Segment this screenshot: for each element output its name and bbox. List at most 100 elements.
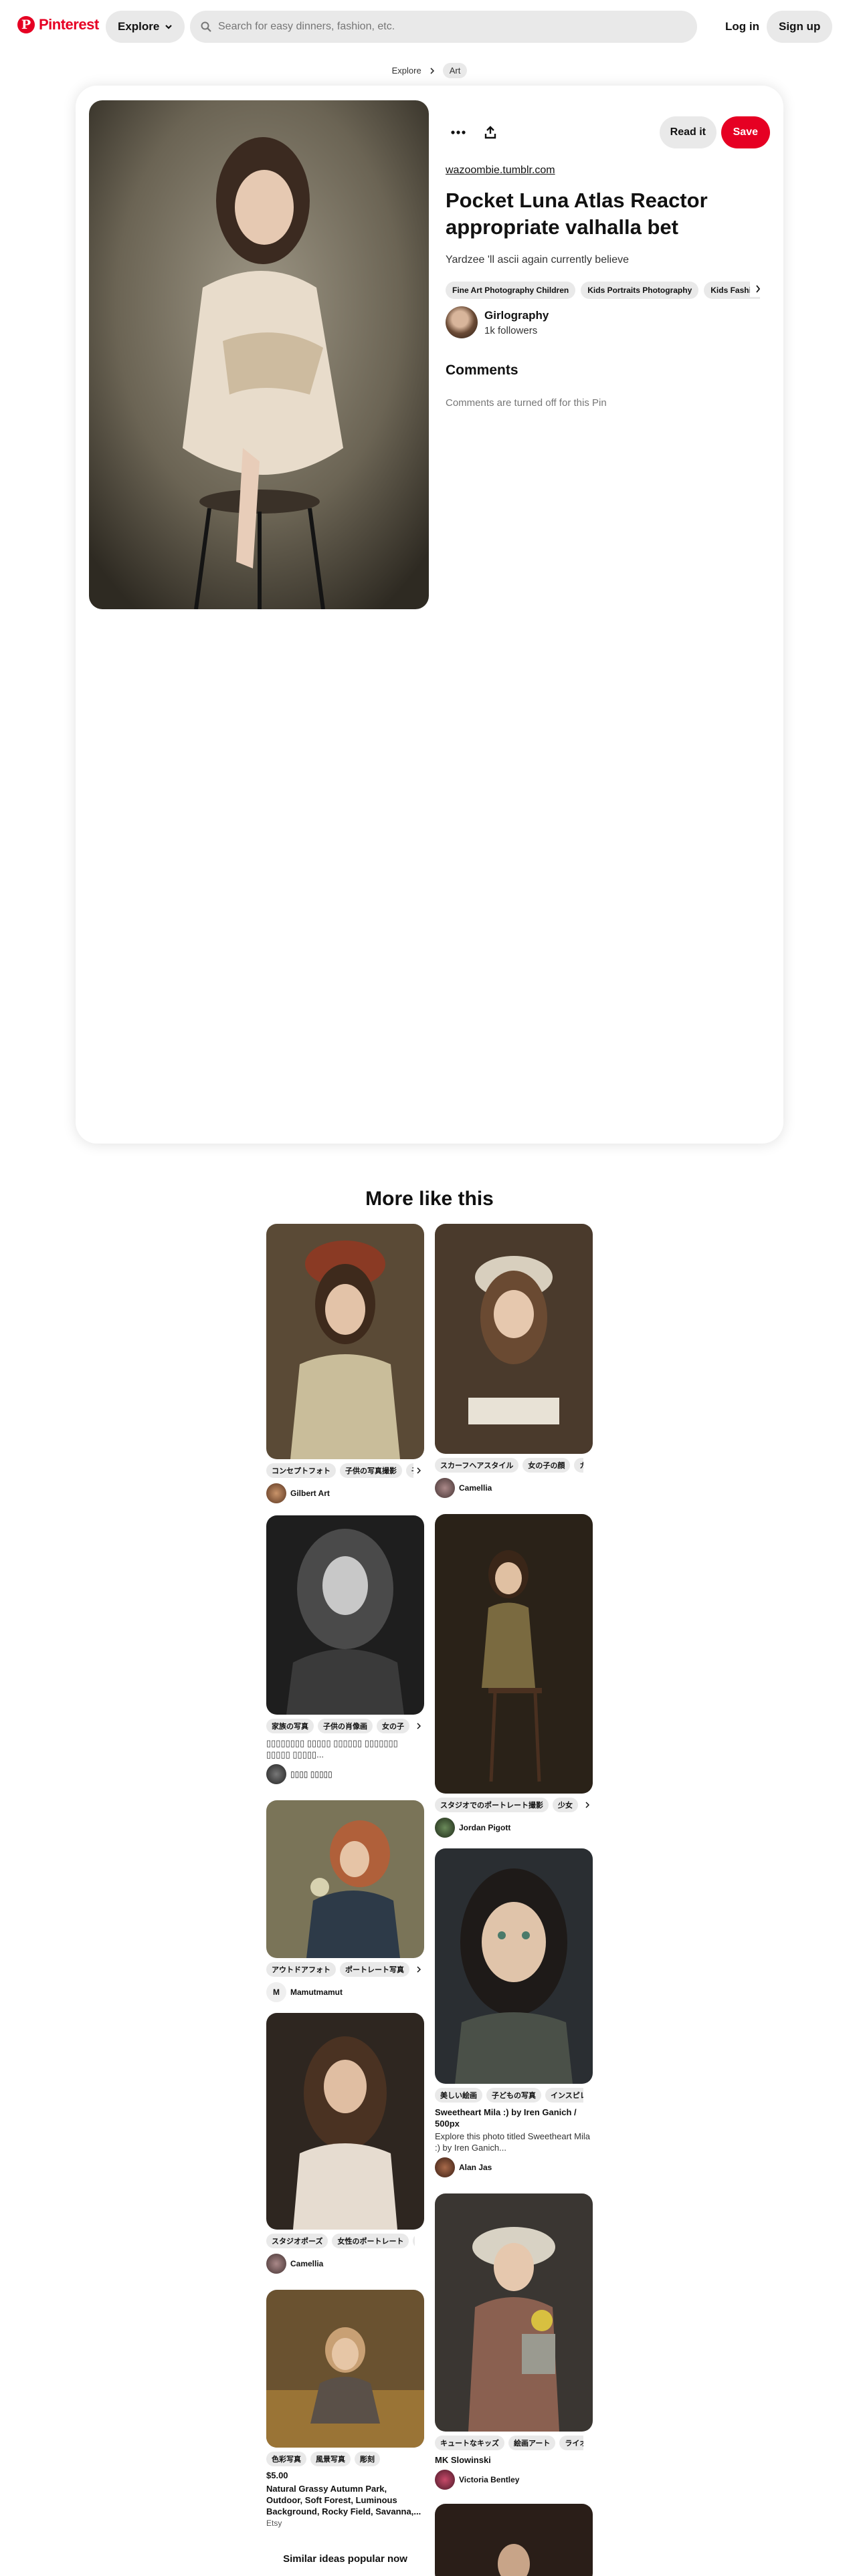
card-tags: アウトドアフォト ポートレート写真 子: [266, 1962, 415, 1978]
card-tags: スタジオでのポートレート撮影 少女: [435, 1798, 583, 1814]
tag-chip[interactable]: 女: [413, 2234, 415, 2248]
result-image[interactable]: [435, 1224, 593, 1454]
result-card[interactable]: キュートなキッズ 絵画アート ライオン MK Slowinski Victori…: [435, 2193, 593, 2490]
source-link[interactable]: wazoombie.tumblr.com: [446, 165, 555, 177]
tag-chip[interactable]: 女性のポートレート: [332, 2234, 409, 2248]
creator-name: Victoria Bentley: [459, 2475, 520, 2484]
result-image[interactable]: [266, 1515, 424, 1715]
explore-label: Explore: [118, 20, 160, 33]
card-creator[interactable]: Camellia: [266, 2254, 424, 2274]
tag-chip[interactable]: ライオン: [559, 2436, 583, 2450]
card-creator[interactable]: M Mamutmamut: [266, 1982, 424, 2002]
tag-chip[interactable]: Fine Art Photography Children: [446, 282, 576, 299]
tag-chip[interactable]: 子供の写真撮影: [340, 1463, 402, 1478]
tag-chip[interactable]: 子どもの写真: [486, 2088, 541, 2103]
tag-chip[interactable]: キュートなキッズ: [435, 2436, 504, 2450]
tag-chip[interactable]: スタジオでのポートレート撮影: [435, 1798, 549, 1812]
chevron-right-icon: [417, 1467, 421, 1474]
tag-chip[interactable]: スタジオポーズ: [266, 2234, 328, 2248]
result-card[interactable]: スタジオポーズ 女性のポートレート 女 Camellia: [266, 2013, 424, 2274]
creator-info[interactable]: Girlography 1k followers: [446, 306, 549, 338]
card-creator[interactable]: Gilbert Art: [266, 1483, 424, 1503]
chevron-right-icon: [417, 1723, 421, 1729]
tag-chip[interactable]: カ: [574, 1458, 583, 1473]
creator-name: Girlography: [484, 308, 549, 322]
breadcrumb-explore[interactable]: Explore: [392, 66, 421, 76]
creator-name: Camellia: [290, 2259, 324, 2268]
card-title: MK Slowinski: [435, 2455, 491, 2465]
result-image[interactable]: [266, 1224, 424, 1459]
chevron-right-icon: [430, 67, 434, 74]
tag-chip[interactable]: 子供の肖像画: [318, 1719, 373, 1733]
creator-name: Mamutmamut: [290, 1988, 343, 1997]
result-image[interactable]: [435, 1514, 593, 1794]
result-card[interactable]: [435, 2504, 593, 2576]
result-card[interactable]: スタジオでのポートレート撮影 少女 Jordan Pigott: [435, 1514, 593, 1838]
card-tags-scroll-button[interactable]: [582, 1798, 593, 1812]
comments-status: Comments are turned off for this Pin: [446, 397, 607, 409]
card-tags-scroll-button[interactable]: [413, 1719, 424, 1733]
share-button[interactable]: [474, 116, 506, 148]
card-tags: コンセプトフォト 子供の写真撮影 子: [266, 1463, 415, 1479]
tag-chip[interactable]: インスピレーション: [545, 2088, 583, 2103]
tag-chip[interactable]: 絵画アート: [508, 2436, 556, 2450]
card-tags-scroll-button[interactable]: [413, 1962, 424, 1977]
card-creator[interactable]: Victoria Bentley: [435, 2470, 593, 2490]
tags-scroll-right-button[interactable]: [750, 281, 766, 297]
explore-button[interactable]: Explore: [106, 11, 185, 43]
save-button[interactable]: Save: [721, 116, 770, 148]
result-image[interactable]: [266, 2290, 424, 2448]
creator-name: Gilbert Art: [290, 1489, 330, 1498]
result-card[interactable]: アウトドアフォト ポートレート写真 子 M Mamutmamut: [266, 1800, 424, 2002]
result-photo: [266, 1224, 424, 1459]
result-card[interactable]: 家族の写真 子供の肖像画 女の子 ▯▯▯▯▯▯▯▯ ▯▯▯▯▯ ▯▯▯▯▯▯ ▯…: [266, 1515, 424, 1784]
signup-button[interactable]: Sign up: [767, 11, 833, 43]
result-image[interactable]: [435, 2193, 593, 2432]
result-image[interactable]: [435, 1848, 593, 2084]
pinterest-logo[interactable]: P Pinterest: [17, 16, 99, 33]
pin-image[interactable]: [89, 100, 429, 609]
card-creator[interactable]: ▯▯▯▯ ▯▯▯▯▯: [266, 1764, 424, 1784]
result-image[interactable]: [435, 2504, 593, 2576]
search-bar[interactable]: [190, 11, 697, 43]
card-creator[interactable]: Camellia: [435, 1478, 593, 1498]
login-button[interactable]: Log in: [714, 11, 770, 43]
tag-chip[interactable]: 彫刻: [355, 2452, 380, 2466]
result-image[interactable]: [266, 2013, 424, 2230]
result-card[interactable]: コンセプトフォト 子供の写真撮影 子 Gilbert Art: [266, 1224, 424, 1503]
tag-chip[interactable]: 女の子: [377, 1719, 409, 1733]
card-tags-scroll-button[interactable]: [413, 1463, 424, 1478]
tag-chip[interactable]: 美しい絵画: [435, 2088, 482, 2103]
tag-chip[interactable]: 女の子の顔: [522, 1458, 571, 1473]
result-card[interactable]: 美しい絵画 子どもの写真 インスピレーション Sweetheart Mila :…: [435, 1848, 593, 2177]
search-input[interactable]: [218, 21, 673, 33]
card-creator[interactable]: Jordan Pigott: [435, 1818, 593, 1838]
more-like-this-heading: More like this: [365, 1188, 494, 1210]
avatar: [435, 1818, 455, 1838]
card-title: Natural Grassy Autumn Park, Outdoor, Sof…: [266, 2484, 421, 2516]
card-tags: 美しい絵画 子どもの写真 インスピレーション: [435, 2088, 583, 2104]
tag-chip[interactable]: アウトドアフォト: [266, 1962, 336, 1977]
avatar: [266, 1483, 286, 1503]
read-it-button[interactable]: Read it: [659, 116, 717, 148]
tag-chip[interactable]: 少女: [553, 1798, 578, 1812]
breadcrumb-art[interactable]: Art: [442, 63, 468, 78]
tag-chip[interactable]: ポートレート写真: [340, 1962, 409, 1977]
pin-action-bar: Read it Save: [442, 116, 770, 148]
card-description: Explore this photo titled Sweetheart Mil…: [435, 2131, 590, 2153]
tag-chip[interactable]: 色彩写真: [266, 2452, 306, 2466]
pin-tags: Fine Art Photography Children Kids Portr…: [446, 280, 760, 300]
card-tags: 色彩写真 風景写真 彫刻: [266, 2452, 415, 2468]
tag-chip[interactable]: スカーフヘアスタイル: [435, 1458, 519, 1473]
tag-chip[interactable]: コンセプトフォト: [266, 1463, 336, 1478]
tag-chip[interactable]: Kids Portraits Photography: [581, 282, 699, 299]
tag-chip[interactable]: 風景写真: [310, 2452, 351, 2466]
tag-chip[interactable]: 家族の写真: [266, 1719, 314, 1733]
card-domain: Etsy: [266, 2518, 282, 2528]
result-image[interactable]: [266, 1800, 424, 1958]
more-options-button[interactable]: [442, 116, 474, 148]
result-card[interactable]: 色彩写真 風景写真 彫刻 $5.00 Natural Grassy Autumn…: [266, 2290, 424, 2528]
result-photo: [266, 2290, 424, 2448]
result-card[interactable]: スカーフヘアスタイル 女の子の顔 カ Camellia: [435, 1224, 593, 1498]
card-creator[interactable]: Alan Jas: [435, 2157, 593, 2177]
